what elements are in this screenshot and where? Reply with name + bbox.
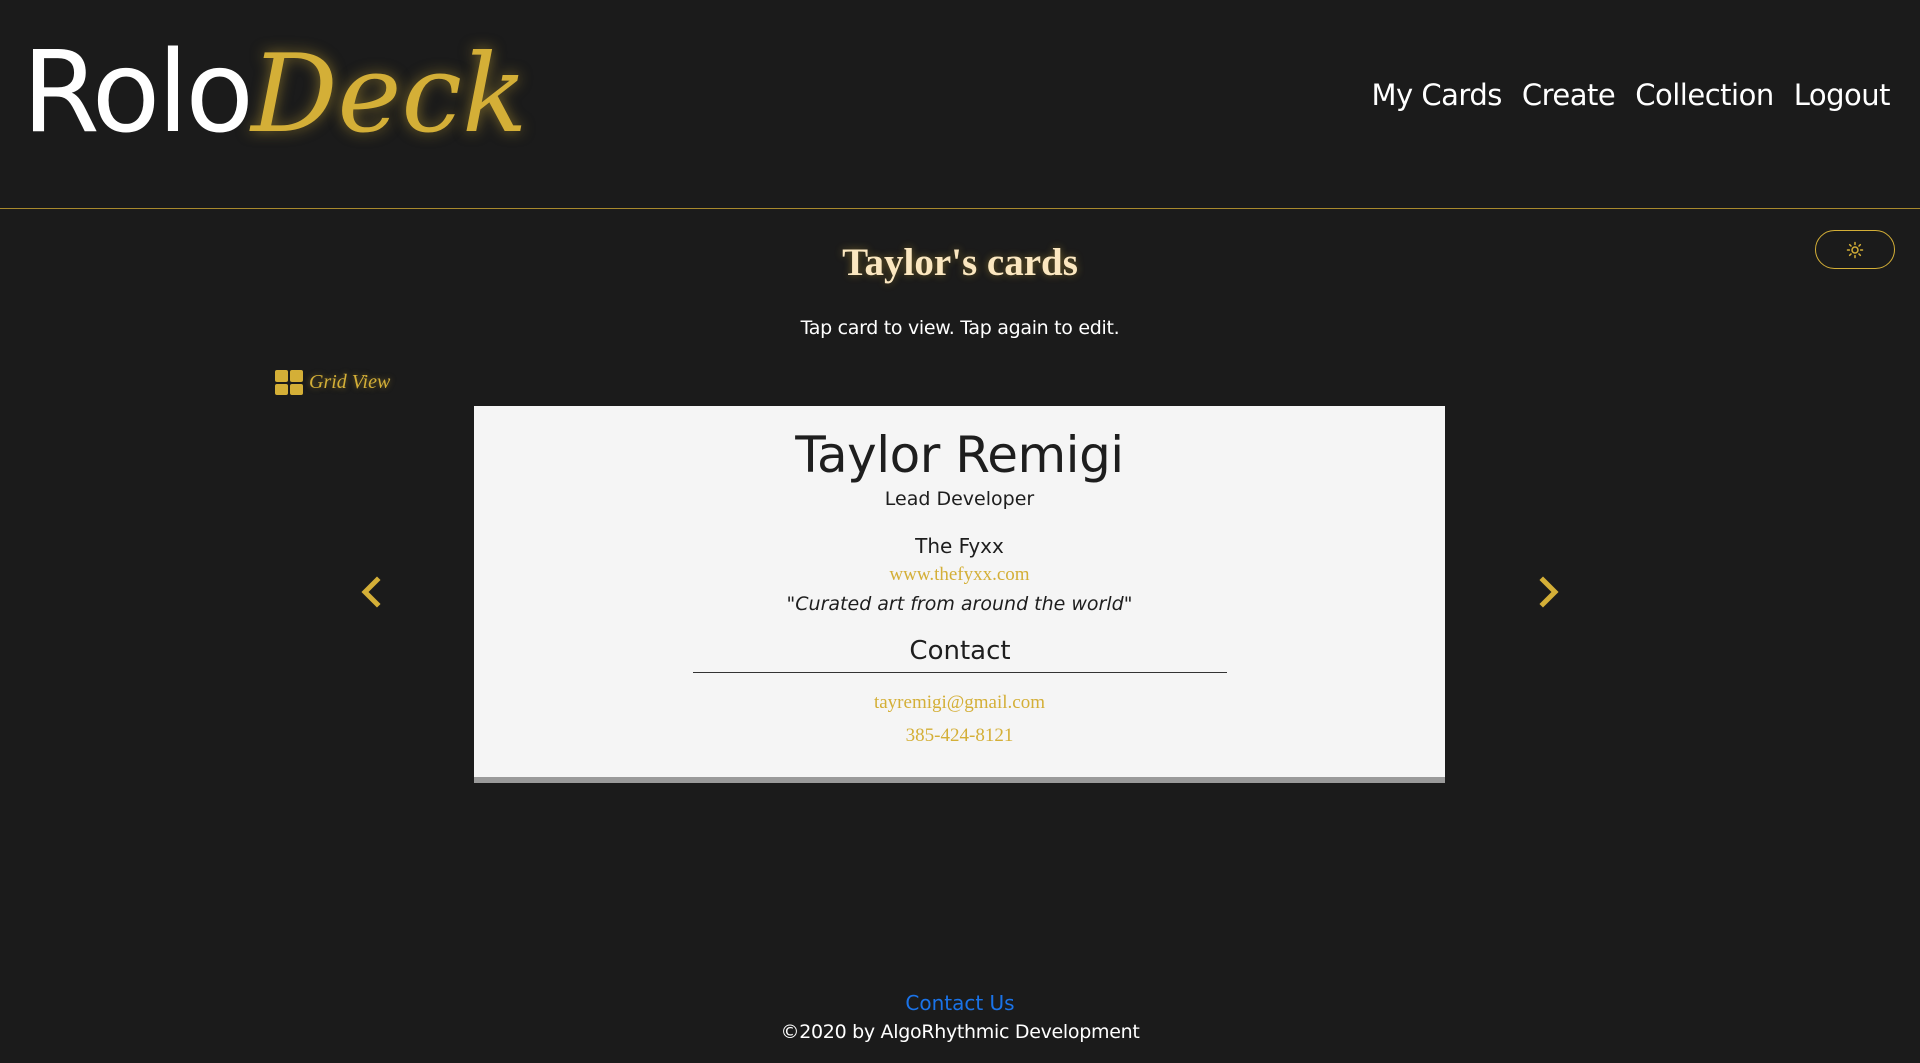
page-title: Taylor's cards bbox=[842, 241, 1078, 284]
card-website-link[interactable]: www.thefyxx.com bbox=[474, 564, 1445, 586]
nav-my-cards[interactable]: My Cards bbox=[1372, 78, 1503, 112]
chevron-left-icon bbox=[361, 576, 381, 608]
logo[interactable]: RoloDeck bbox=[22, 28, 527, 158]
logo-rolo-text: Rolo bbox=[22, 28, 254, 158]
carousel-next-button[interactable] bbox=[1534, 574, 1564, 610]
card-name: Taylor Remigi bbox=[795, 426, 1124, 484]
nav-logout[interactable]: Logout bbox=[1794, 78, 1891, 112]
card-phone-link[interactable]: 385-424-8121 bbox=[474, 725, 1445, 747]
business-card[interactable]: Taylor Remigi Lead Developer The Fyxx ww… bbox=[474, 406, 1445, 783]
logo-deck-text: Deck bbox=[250, 32, 528, 157]
footer-copyright: ©2020 by AlgoRhythmic Development bbox=[780, 1021, 1140, 1043]
footer-contact-link[interactable]: Contact Us bbox=[0, 991, 1920, 1015]
grid-view-toggle[interactable]: Grid View bbox=[275, 370, 390, 395]
card-company: The Fyxx bbox=[915, 534, 1004, 558]
main-nav: My Cards Create Collection Logout bbox=[1372, 78, 1891, 112]
card-role: Lead Developer bbox=[884, 488, 1035, 510]
nav-create[interactable]: Create bbox=[1522, 78, 1616, 112]
card-email-link[interactable]: tayremigi@gmail.com bbox=[474, 692, 1445, 714]
grid-icon bbox=[275, 370, 303, 395]
carousel-prev-button[interactable] bbox=[356, 574, 386, 610]
nav-collection[interactable]: Collection bbox=[1635, 78, 1774, 112]
grid-view-label: Grid View bbox=[309, 371, 391, 393]
page-instructions: Tap card to view. Tap again to edit. bbox=[800, 317, 1120, 339]
card-tagline: "Curated art from around the world" bbox=[786, 593, 1133, 615]
card-contact-heading: Contact bbox=[693, 636, 1227, 673]
chevron-right-icon bbox=[1539, 576, 1559, 608]
site-header: RoloDeck My Cards Create Collection Logo… bbox=[0, 0, 1920, 209]
